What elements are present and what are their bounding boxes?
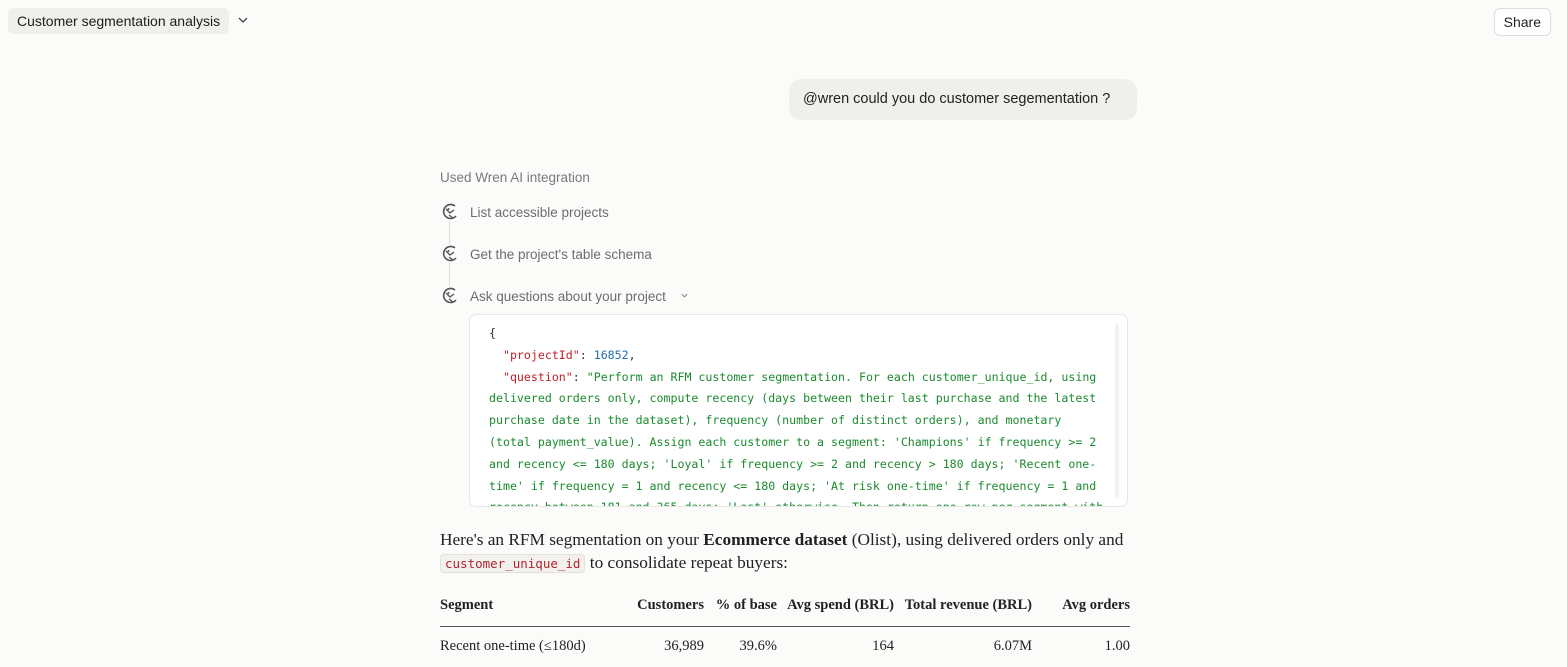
tool-step-label: Get the project's table schema bbox=[470, 246, 652, 262]
json-key-projectid: "projectId" bbox=[502, 347, 580, 362]
step-connector bbox=[449, 264, 450, 286]
integration-used-label: Used Wren AI integration bbox=[440, 170, 590, 185]
tool-step-list-projects[interactable]: List accessible projects bbox=[440, 202, 609, 222]
topbar: Customer segmentation analysis bbox=[8, 8, 249, 34]
table-cell: 39.6% bbox=[739, 638, 777, 654]
table-cell: 164 bbox=[872, 638, 894, 654]
wren-bird-icon bbox=[440, 244, 460, 264]
table-cell: 36,989 bbox=[664, 638, 704, 654]
table-cell: Recent one-time (≤180d) bbox=[440, 638, 586, 654]
response-intro: Here's an RFM segmentation on your Ecomm… bbox=[440, 528, 1130, 575]
wren-bird-icon bbox=[440, 286, 460, 306]
json-code: { "projectId": 16852, "question": "Perfo… bbox=[470, 315, 1127, 506]
segmentation-table: Segment Customers % of base Avg spend (B… bbox=[440, 594, 1130, 657]
json-value-projectid: 16852 bbox=[593, 347, 629, 362]
tool-input-code-block[interactable]: { "projectId": 16852, "question": "Perfo… bbox=[469, 314, 1128, 507]
step-connector bbox=[449, 222, 450, 244]
tool-step-table-schema[interactable]: Get the project's table schema bbox=[440, 244, 652, 264]
user-message-bubble: @wren could you do customer segementatio… bbox=[789, 79, 1137, 120]
conversation-title-button[interactable]: Customer segmentation analysis bbox=[8, 8, 230, 34]
intro-text: Here's an RFM segmentation on your bbox=[440, 530, 704, 549]
share-button[interactable]: Share bbox=[1493, 8, 1551, 36]
intro-text: to consolidate repeat buyers: bbox=[585, 553, 788, 572]
json-brace: { bbox=[489, 326, 496, 340]
json-key-question: "question" bbox=[502, 369, 573, 384]
column-header: % of base bbox=[704, 594, 777, 627]
column-header: Avg orders bbox=[1032, 594, 1130, 627]
conversation-title: Customer segmentation analysis bbox=[17, 13, 221, 29]
chevron-down-icon[interactable] bbox=[680, 291, 689, 302]
table-cell: 1.00 bbox=[1104, 638, 1130, 654]
tool-step-label: List accessible projects bbox=[470, 204, 609, 220]
dataset-name: Ecommerce dataset bbox=[703, 530, 848, 549]
code-scrollbar[interactable] bbox=[1115, 323, 1119, 498]
wren-bird-icon bbox=[440, 202, 460, 222]
table-cell: 6.07M bbox=[993, 638, 1032, 654]
tool-step-ask-questions[interactable]: Ask questions about your project bbox=[440, 286, 689, 306]
tool-step-label: Ask questions about your project bbox=[470, 288, 666, 304]
chevron-down-icon[interactable] bbox=[237, 14, 249, 29]
column-header: Avg spend (BRL) bbox=[777, 594, 894, 627]
table-row: Recent one-time (≤180d) 36,989 39.6% 164… bbox=[440, 627, 1130, 658]
intro-text: (Olist), using delivered orders only and bbox=[847, 530, 1124, 549]
column-header: Customers bbox=[610, 594, 704, 627]
column-header: Segment bbox=[440, 594, 610, 627]
table-header-row: Segment Customers % of base Avg spend (B… bbox=[440, 594, 1130, 627]
column-header: Total revenue (BRL) bbox=[894, 594, 1032, 627]
inline-code-customer-id: customer_unique_id bbox=[440, 554, 586, 573]
json-value-question: "Perform an RFM customer segmentation. F… bbox=[489, 369, 1103, 506]
